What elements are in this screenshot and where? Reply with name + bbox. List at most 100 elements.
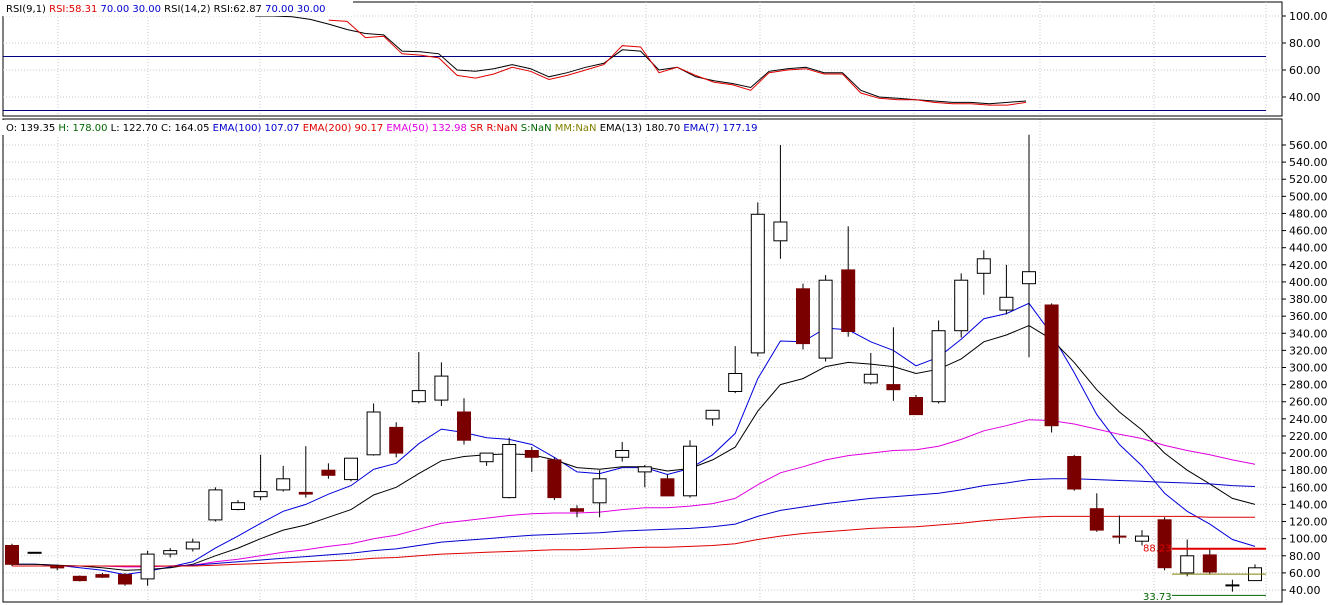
- candle-body-up: [1225, 584, 1240, 587]
- price-legend-item: 90.17: [351, 123, 383, 134]
- price-legend-item: C: 164.05: [158, 123, 210, 134]
- price-legend-item: H: 178.00: [55, 123, 107, 134]
- candle: [683, 440, 697, 498]
- candle-body-down: [389, 426, 404, 454]
- price-tick-label: 460.00: [1289, 225, 1328, 238]
- candle-body-down: [909, 397, 923, 416]
- price-legend-item: 132.98: [429, 123, 467, 134]
- candle-body-up: [705, 409, 720, 420]
- price-axis-ticks: 560.00 540.00 520.00 500.00 480.00 460.00 440.…: [1282, 139, 1328, 597]
- price-legend-item: O: 139.35: [6, 123, 55, 134]
- rsi-legend-item: 70.00: [97, 4, 129, 15]
- price-legend-item: MM:NaN: [552, 123, 597, 134]
- candle-body-down: [5, 545, 19, 565]
- candle-body-up: [683, 445, 697, 497]
- candle: [909, 394, 923, 416]
- rsi-panel-border: [2, 1, 1283, 117]
- price-legend-item: 107.07: [261, 123, 299, 134]
- candle-body-down: [1202, 554, 1217, 573]
- candle-body-up: [344, 457, 358, 481]
- candle-body-up: [502, 444, 517, 499]
- candle-body-up: [863, 373, 878, 384]
- rsi-legend-item: RSI:58.31: [46, 4, 97, 15]
- candle-body-up: [140, 553, 155, 580]
- candle-body-down: [547, 459, 562, 499]
- price-tick-label: 40.00: [1289, 584, 1321, 597]
- price-legend-item: EMA(7): [680, 123, 719, 134]
- price-legend-item: EMA(50): [383, 123, 429, 134]
- candle-body-up: [27, 551, 42, 554]
- rsi-legend-item: 30.00: [129, 4, 161, 15]
- candle-body-up: [276, 478, 291, 491]
- candle-body-up: [411, 390, 426, 403]
- candle-body-down: [118, 574, 132, 585]
- candle: [118, 572, 132, 586]
- price-legend-text: O: 139.35 H: 178.00 L: 122.70 C: 164.05 …: [6, 123, 758, 134]
- price-tick-label: 300.00: [1289, 362, 1328, 375]
- candle-body-down: [886, 384, 901, 391]
- candle-body-up: [231, 502, 245, 511]
- candle-body-up: [999, 296, 1014, 311]
- price-tick-label: 60.00: [1289, 567, 1321, 580]
- rsi-tick-label: 60.00: [1289, 64, 1321, 77]
- price-tick-label: 360.00: [1289, 310, 1328, 323]
- candle-body-up: [592, 478, 607, 504]
- price-tick-label: 80.00: [1289, 550, 1321, 563]
- price-tick-label: 160.00: [1289, 481, 1328, 494]
- price-tick-label: 380.00: [1289, 293, 1328, 306]
- candle: [931, 320, 946, 404]
- candle-body-up: [479, 452, 494, 463]
- candle-body-up: [728, 373, 743, 392]
- candle-body-up: [1135, 535, 1149, 542]
- price-legend-item: 180.70: [642, 123, 680, 134]
- support-label: 33.73: [1143, 592, 1172, 603]
- candle: [502, 437, 517, 499]
- rsi-legend: RSI(9,1) RSI:58.31 70.00 30.00 RSI(14,2)…: [1, 1, 353, 16]
- candle: [389, 422, 404, 458]
- rsi-panel-frame: [2, 1, 1283, 117]
- price-tick-label: 180.00: [1289, 464, 1328, 477]
- price-tick-label: 340.00: [1289, 327, 1328, 340]
- chart-root: 88.23 33.73 100.00 80.00 60.00 40.00 560.00 5…: [0, 0, 1334, 605]
- price-tick-label: 120.00: [1289, 516, 1328, 529]
- rsi-legend-item: RSI(14,2): [161, 4, 211, 15]
- chart-canvas[interactable]: 88.2333.73 100.0080.0060.0040.00 560.005…: [0, 0, 1334, 605]
- candle-body-down: [524, 450, 539, 458]
- price-tick-label: 320.00: [1289, 344, 1328, 357]
- candle-body-up: [1022, 271, 1036, 285]
- candle: [796, 283, 810, 350]
- price-tick-label: 500.00: [1289, 190, 1328, 203]
- candle-body-down: [72, 575, 87, 582]
- price-legend-item: S:NaN: [518, 123, 552, 134]
- candle-body-up: [637, 466, 652, 473]
- candle-body-down: [660, 478, 675, 497]
- candle-body-down: [570, 508, 584, 512]
- price-legend-item: L: 122.70: [107, 123, 157, 134]
- candle-body-up: [1180, 555, 1195, 574]
- candle-body-up: [253, 491, 268, 498]
- candle-body-up: [163, 550, 178, 555]
- candle-body-up: [773, 221, 788, 242]
- candle: [27, 551, 42, 554]
- price-legend-item: EMA(200): [300, 123, 352, 134]
- candle-body-down: [796, 288, 810, 345]
- price-tick-label: 140.00: [1289, 498, 1328, 511]
- rsi-axis-ticks: 100.00 80.00 60.00 40.00: [1282, 10, 1328, 104]
- price-tick-label: 200.00: [1289, 447, 1328, 460]
- price-tick-label: 100.00: [1289, 533, 1328, 546]
- rsi-tick-label: 100.00: [1289, 10, 1328, 23]
- price-legend-item: 177.19: [719, 123, 757, 134]
- candle: [954, 273, 969, 338]
- price-legend-item: SR: [467, 123, 484, 134]
- candle: [1044, 303, 1059, 433]
- candle-body-down: [298, 491, 313, 495]
- price-tick-label: 240.00: [1289, 413, 1328, 426]
- price-tick-label: 480.00: [1289, 207, 1328, 220]
- candle-body-up: [434, 375, 449, 401]
- candle: [818, 275, 833, 362]
- price-tick-label: 260.00: [1289, 396, 1328, 409]
- candle: [344, 457, 358, 482]
- candle: [547, 457, 562, 501]
- candle-body-up: [954, 279, 969, 332]
- candle: [750, 202, 765, 357]
